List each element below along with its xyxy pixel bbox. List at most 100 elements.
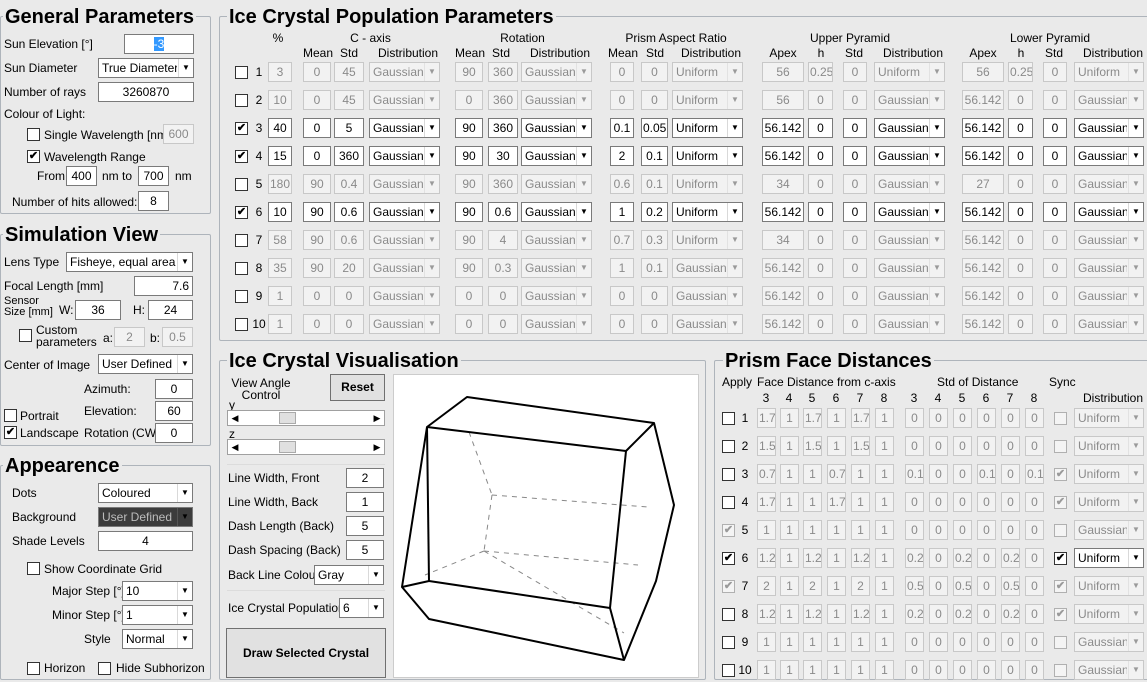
std-distance-input[interactable]: 0 (953, 520, 972, 540)
std-distance-input[interactable]: 0.1 (977, 464, 996, 484)
lower-std-input[interactable]: 0 (1043, 314, 1067, 334)
upper-h-input[interactable]: 0.25 (808, 62, 833, 82)
std-distance-input[interactable]: 0 (929, 548, 948, 568)
face-distance-input[interactable]: 1.2 (757, 548, 776, 568)
population-percent-input[interactable]: 58 (268, 230, 292, 250)
dash-length-input[interactable]: 5 (346, 516, 384, 536)
wavelength-to-input[interactable]: 700 (138, 166, 169, 186)
prism-sync-checkbox[interactable] (1054, 412, 1067, 425)
rotation-std-input[interactable]: 0 (488, 286, 518, 306)
prism-distribution-select[interactable]: Uniform ▼ (1074, 492, 1144, 512)
lower-distribution-select[interactable]: Gaussian ▼ (1074, 202, 1144, 222)
prism-mean-input[interactable]: 2 (610, 146, 634, 166)
upper-h-input[interactable]: 0 (808, 314, 833, 334)
upper-h-input[interactable]: 0 (808, 202, 833, 222)
prism-distribution-select[interactable]: Gaussian ▼ (672, 258, 743, 278)
c-axis-mean-input[interactable]: 0 (303, 314, 331, 334)
lower-apex-input[interactable]: 56.142 (962, 314, 1004, 334)
face-distance-input[interactable]: 1 (875, 464, 894, 484)
std-distance-input[interactable]: 0.2 (905, 604, 924, 624)
prism-sync-checkbox[interactable]: ✔ (1054, 580, 1067, 593)
upper-apex-input[interactable]: 56.142 (762, 146, 804, 166)
lower-apex-input[interactable]: 56.142 (962, 90, 1004, 110)
dots-select[interactable]: Coloured ▼ (98, 483, 193, 503)
upper-apex-input[interactable]: 34 (762, 174, 804, 194)
c-axis-std-input[interactable]: 20 (334, 258, 364, 278)
population-percent-input[interactable]: 15 (268, 146, 292, 166)
sun-diameter-select[interactable]: True Diameter ▼ (98, 58, 194, 78)
prism-distribution-select[interactable]: Uniform ▼ (672, 174, 743, 194)
lower-apex-input[interactable]: 27 (962, 174, 1004, 194)
upper-h-input[interactable]: 0 (808, 174, 833, 194)
prism-mean-input[interactable]: 0 (610, 314, 634, 334)
lower-h-input[interactable]: 0 (1008, 174, 1033, 194)
face-distance-input[interactable]: 1 (851, 492, 870, 512)
line-width-back-input[interactable]: 1 (346, 492, 384, 512)
prism-std-input[interactable]: 0.2 (641, 202, 668, 222)
c-axis-distribution-select[interactable]: Gaussian ▼ (369, 90, 440, 110)
population-row-checkbox[interactable] (235, 262, 248, 275)
std-distance-input[interactable]: 0 (1025, 660, 1044, 680)
prism-sync-checkbox[interactable] (1054, 524, 1067, 537)
prism-apply-checkbox[interactable]: ✔ (722, 580, 735, 593)
std-distance-input[interactable]: 0.5 (953, 576, 972, 596)
face-distance-input[interactable]: 1 (803, 492, 822, 512)
lower-apex-input[interactable]: 56 (962, 62, 1004, 82)
c-axis-mean-input[interactable]: 0 (303, 118, 331, 138)
c-axis-std-input[interactable]: 5 (334, 118, 364, 138)
back-line-colour-select[interactable]: Gray ▼ (314, 565, 384, 585)
std-distance-input[interactable]: 0 (1001, 520, 1020, 540)
std-distance-input[interactable]: 0 (905, 436, 924, 456)
lower-apex-input[interactable]: 56.142 (962, 230, 1004, 250)
face-distance-input[interactable]: 1 (827, 576, 846, 596)
upper-std-input[interactable]: 0 (843, 174, 867, 194)
center-of-image-select[interactable]: User Defined ▼ (98, 354, 193, 374)
face-distance-input[interactable]: 1 (780, 632, 799, 652)
std-distance-input[interactable]: 0 (977, 632, 996, 652)
std-distance-input[interactable]: 0 (1001, 660, 1020, 680)
lower-apex-input[interactable]: 56.142 (962, 118, 1004, 138)
lower-std-input[interactable]: 0 (1043, 90, 1067, 110)
population-percent-input[interactable]: 10 (268, 202, 292, 222)
lower-distribution-select[interactable]: Gaussian ▼ (1074, 118, 1144, 138)
c-axis-mean-input[interactable]: 90 (303, 174, 331, 194)
face-distance-input[interactable]: 0.7 (757, 464, 776, 484)
arrow-right-icon[interactable]: ▶ (370, 411, 384, 425)
face-distance-input[interactable]: 1 (780, 604, 799, 624)
face-distance-input[interactable]: 2 (851, 576, 870, 596)
std-distance-input[interactable]: 0 (905, 408, 924, 428)
upper-distribution-select[interactable]: Gaussian ▼ (874, 146, 945, 166)
c-axis-std-input[interactable]: 0.6 (334, 230, 364, 250)
prism-distribution-select[interactable]: Uniform ▼ (1074, 576, 1144, 596)
c-axis-std-input[interactable]: 45 (334, 62, 364, 82)
c-axis-distribution-select[interactable]: Gaussian ▼ (369, 62, 440, 82)
std-distance-input[interactable]: 0 (1025, 548, 1044, 568)
c-axis-std-input[interactable]: 0.4 (334, 174, 364, 194)
population-percent-input[interactable]: 180 (268, 174, 292, 194)
face-distance-input[interactable]: 1.7 (827, 492, 846, 512)
rotation-std-input[interactable]: 360 (488, 118, 518, 138)
lower-apex-input[interactable]: 56.142 (962, 286, 1004, 306)
rotation-distribution-select[interactable]: Gaussian ▼ (521, 90, 592, 110)
lower-std-input[interactable]: 0 (1043, 62, 1067, 82)
upper-std-input[interactable]: 0 (843, 202, 867, 222)
prism-distribution-select[interactable]: Uniform ▼ (672, 202, 743, 222)
prism-mean-input[interactable]: 0.1 (610, 118, 634, 138)
lower-distribution-select[interactable]: Uniform ▼ (1074, 62, 1144, 82)
lower-std-input[interactable]: 0 (1043, 286, 1067, 306)
upper-apex-input[interactable]: 56.142 (762, 118, 804, 138)
face-distance-input[interactable]: 2 (803, 576, 822, 596)
lower-std-input[interactable]: 0 (1043, 118, 1067, 138)
c-axis-distribution-select[interactable]: Gaussian ▼ (369, 230, 440, 250)
upper-std-input[interactable]: 0 (843, 258, 867, 278)
std-distance-input[interactable]: 0 (977, 660, 996, 680)
std-distance-input[interactable]: 0 (929, 408, 948, 428)
lens-type-select[interactable]: Fisheye, equal area ▼ (66, 252, 193, 272)
std-distance-input[interactable]: 0.2 (1001, 604, 1020, 624)
face-distance-input[interactable]: 1 (851, 464, 870, 484)
face-distance-input[interactable]: 1.2 (851, 604, 870, 624)
std-distance-input[interactable]: 0 (1025, 436, 1044, 456)
prism-mean-input[interactable]: 0 (610, 62, 634, 82)
face-distance-input[interactable]: 1 (851, 632, 870, 652)
std-distance-input[interactable]: 0 (1001, 632, 1020, 652)
